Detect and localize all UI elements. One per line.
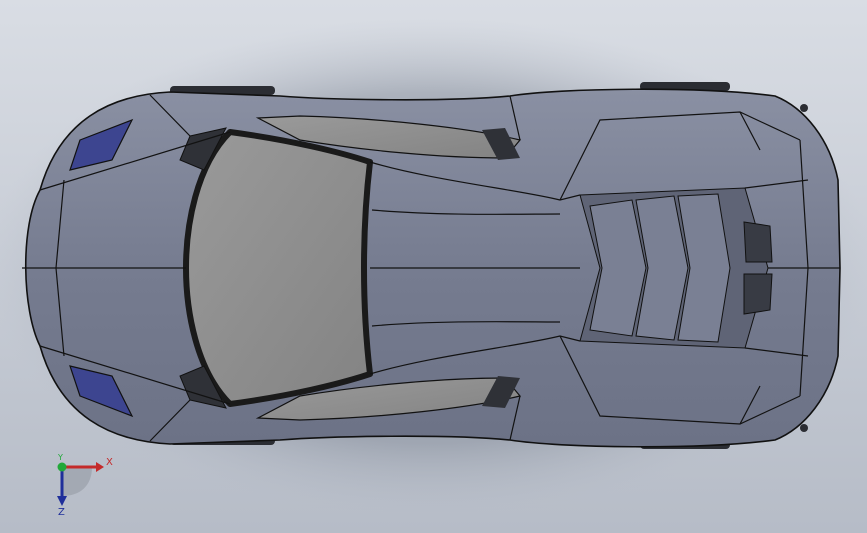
y-axis-icon (57, 462, 67, 472)
rear-marker-top (800, 104, 808, 112)
car-model-top-view[interactable] (0, 0, 867, 533)
z-arrow-icon (57, 496, 67, 506)
z-axis-label: Z (58, 507, 65, 518)
x-arrow-icon (96, 462, 104, 472)
reference-triad[interactable]: X Y Z (40, 450, 120, 520)
graphics-viewport[interactable]: X Y Z (0, 0, 867, 533)
rear-marker-bottom (800, 424, 808, 432)
x-axis-label: X (106, 457, 113, 468)
windshield (183, 129, 373, 407)
engine-louvers (589, 193, 731, 343)
triad-shadow (62, 467, 92, 496)
y-axis-label: Y (58, 453, 63, 462)
